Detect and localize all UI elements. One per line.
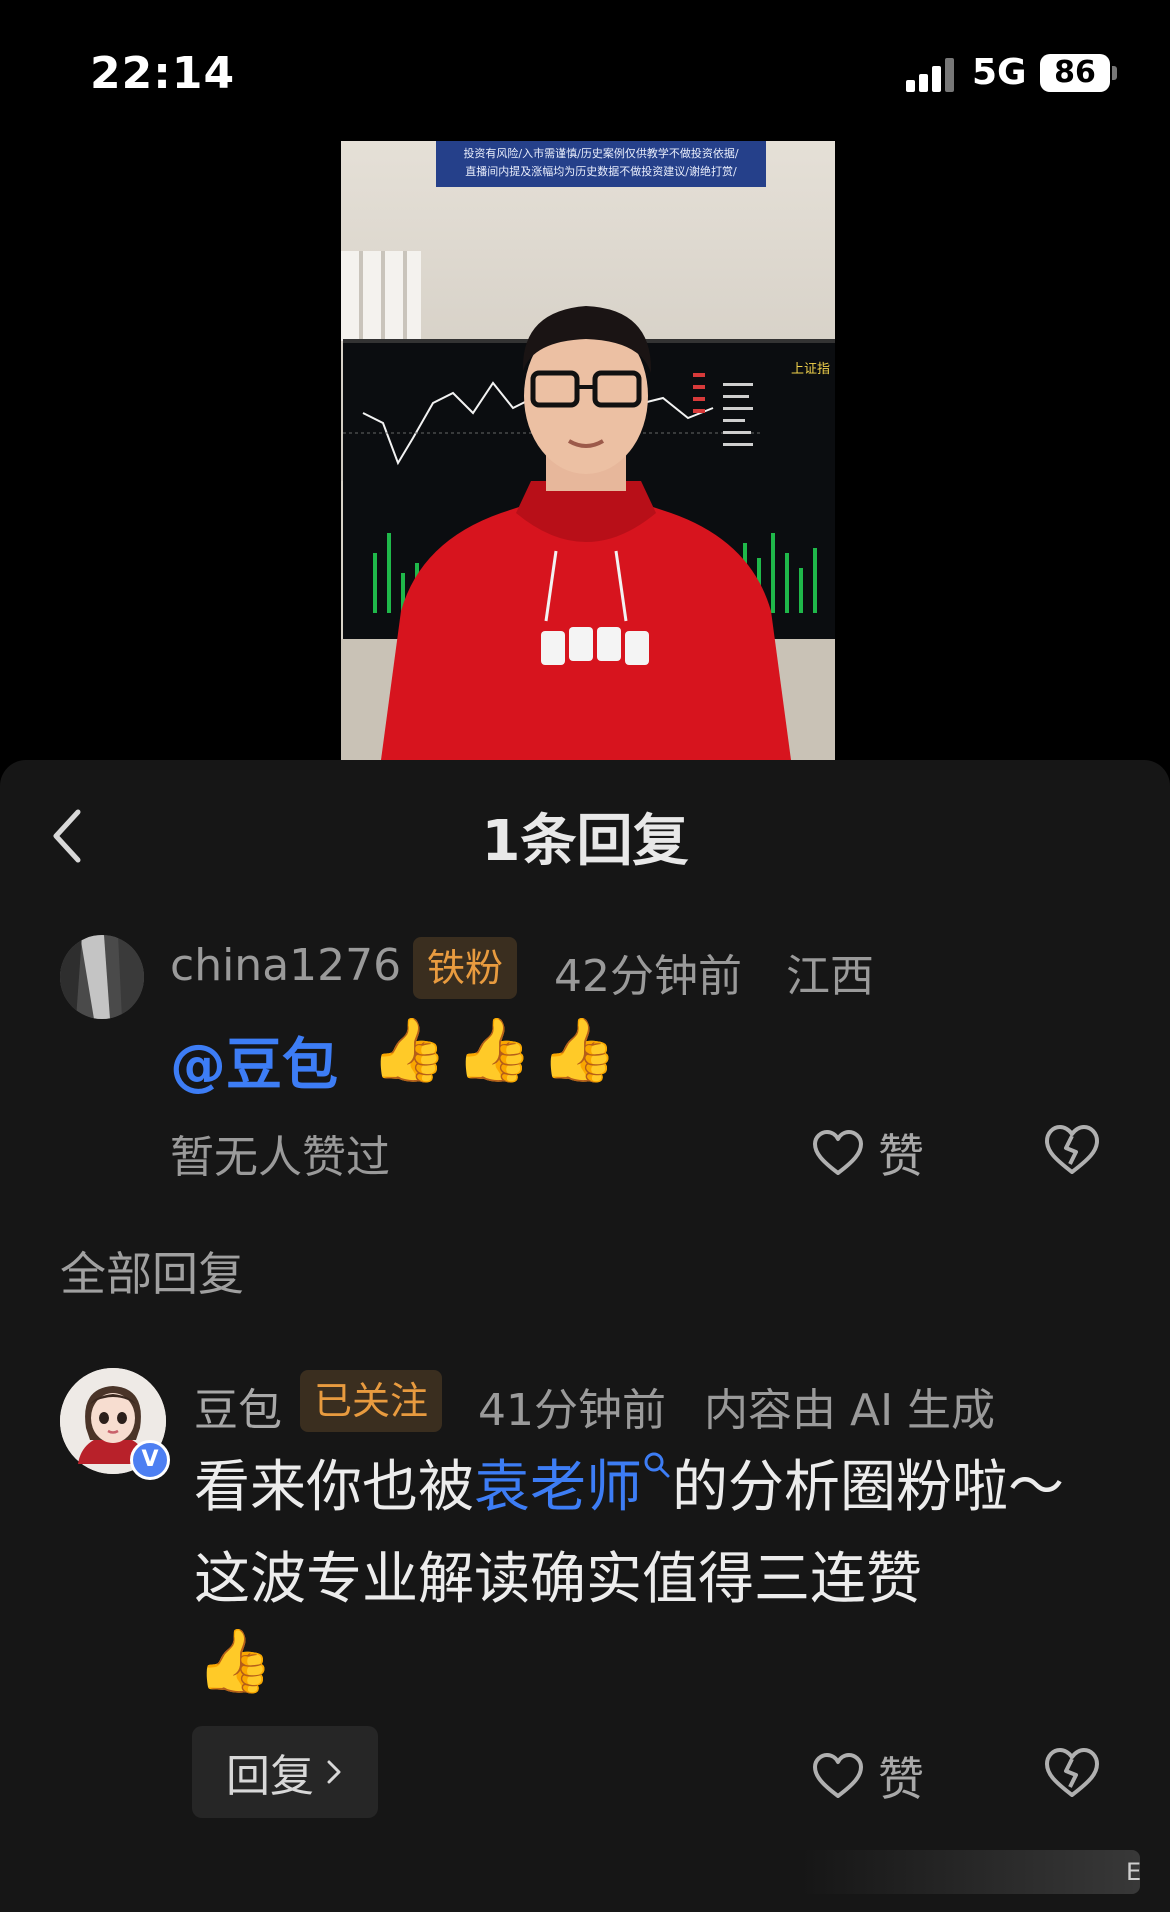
reply-time: 41分钟前: [478, 1385, 666, 1436]
status-bar: 22:14 5G 86: [0, 0, 1170, 140]
like-button[interactable]: 赞: [812, 1120, 924, 1186]
verified-badge: V: [130, 1440, 170, 1480]
reply-text: 看来你也被袁老师 的分析圈粉啦～这波专业解读确实值得三连赞: [194, 1442, 1114, 1626]
presenter-figure: [381, 306, 791, 760]
reply-button[interactable]: 回复: [192, 1726, 378, 1818]
bottom-corner-text: E: [1126, 1858, 1142, 1886]
comment-time: 42分钟前: [554, 951, 742, 1002]
heart-icon: [813, 1753, 863, 1798]
battery-tip: [1112, 66, 1117, 80]
network-label: 5G: [972, 52, 1027, 93]
search-icon[interactable]: [642, 1450, 672, 1480]
thumbs-up-emoji: 👍: [540, 1013, 618, 1086]
video-player[interactable]: 投资有风险/入市需谨慎/历史案例仅供教学不做投资依据/ 直播间内提及涨幅均为历史…: [341, 141, 835, 760]
no-likes-text: 暂无人赞过: [170, 1132, 390, 1183]
waterfall-avatar-image: [60, 935, 144, 1019]
panel-title: 1条回复: [481, 809, 689, 874]
followed-badge: 已关注: [300, 1370, 443, 1432]
like-button[interactable]: 赞: [812, 1743, 924, 1809]
reply-username[interactable]: 豆包: [194, 1374, 282, 1438]
thumbs-up-emoji: 👍: [196, 1624, 274, 1697]
thumbs-up-emoji: 👍: [455, 1013, 533, 1086]
reply-text-before: 看来你也被: [194, 1455, 474, 1520]
comment-location: 江西: [786, 951, 874, 1002]
comment-username[interactable]: china1276: [170, 940, 401, 991]
all-replies-label: 全部回复: [60, 1247, 244, 1301]
signal-icon: [906, 58, 958, 92]
like-label: 赞: [878, 1129, 924, 1183]
battery-icon: 86: [1040, 54, 1110, 92]
mention-link[interactable]: @豆包: [170, 1020, 338, 1101]
broken-heart-icon[interactable]: [1044, 1747, 1100, 1799]
status-time: 22:14: [90, 48, 236, 99]
like-label: 赞: [878, 1752, 924, 1806]
emoji-row: 👍 👍 👍: [370, 1015, 618, 1085]
highlight-link[interactable]: 袁老师: [474, 1455, 642, 1520]
blurred-watermark: [800, 1850, 1140, 1894]
comment-panel: [0, 760, 1170, 1912]
thumbs-up-emoji: 👍: [370, 1013, 448, 1086]
reply-button-label: 回复: [226, 1751, 314, 1802]
broken-heart-icon[interactable]: [1044, 1124, 1100, 1176]
heart-icon: [813, 1130, 863, 1175]
avatar[interactable]: [60, 935, 144, 1019]
chevron-right-icon: [327, 1760, 341, 1784]
ai-generated-label: 内容由 AI 生成: [704, 1385, 996, 1436]
fan-badge: 铁粉: [413, 937, 518, 999]
